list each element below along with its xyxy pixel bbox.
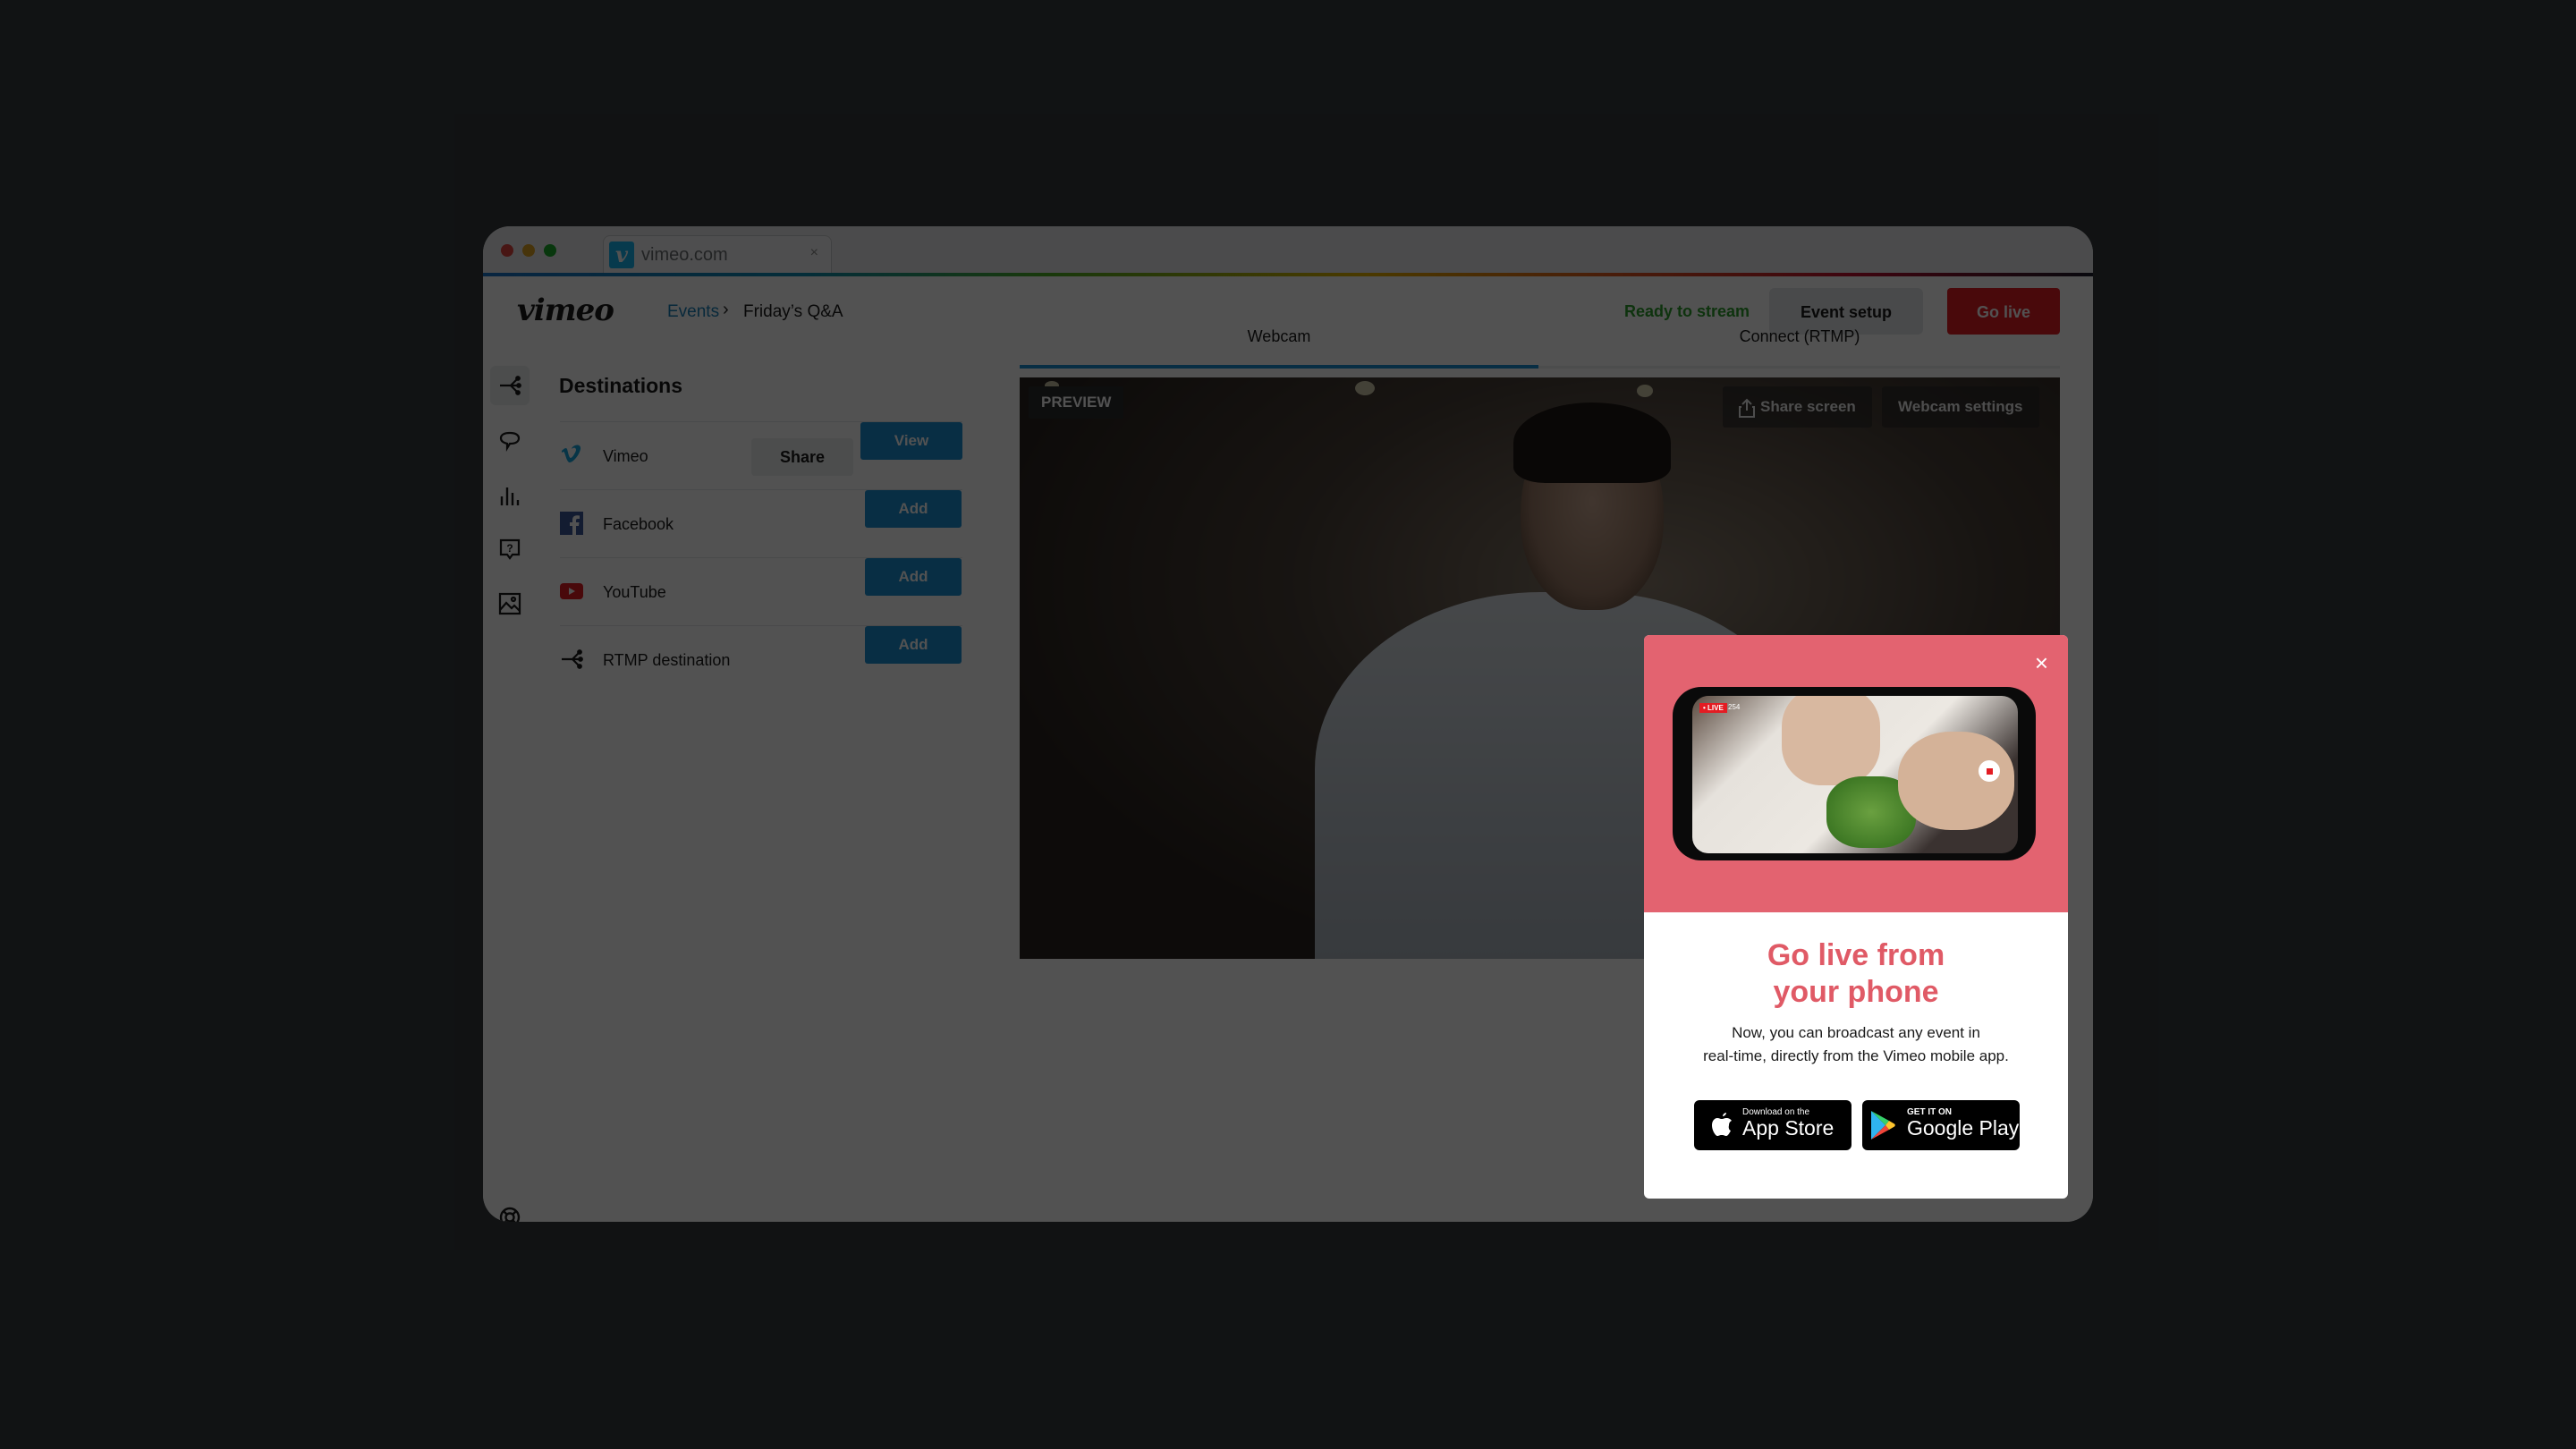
go-live-phone-modal: × • LIVE 254 Go live from your phone Now… [1644, 635, 2068, 1199]
modal-title: Go live from your phone [1644, 937, 2068, 1011]
modal-desc-line2: real-time, directly from the Vimeo mobil… [1703, 1047, 2009, 1064]
phone-screen: • LIVE 254 [1692, 696, 2018, 853]
app-store-button[interactable]: Download on the App Store [1694, 1100, 1852, 1150]
google-play-icon [1871, 1111, 1895, 1140]
phone-illustration: • LIVE 254 [1673, 687, 2036, 860]
viewer-count: 254 [1728, 703, 1741, 711]
modal-hero: × • LIVE 254 [1644, 635, 2068, 912]
modal-backdrop[interactable] [0, 0, 2576, 1449]
live-badge: • LIVE [1699, 703, 1727, 713]
close-icon[interactable]: × [2035, 651, 2048, 674]
modal-title-line2: your phone [1773, 975, 1939, 1009]
app-store-big: App Store [1742, 1116, 1835, 1140]
apple-icon [1712, 1113, 1732, 1136]
google-play-big: Google Play [1907, 1116, 2020, 1140]
record-stop-icon [1979, 760, 2000, 782]
hand-image [1898, 732, 2014, 830]
modal-description: Now, you can broadcast any event in real… [1644, 1021, 2068, 1068]
google-play-button[interactable]: GET IT ON Google Play [1862, 1100, 2020, 1150]
hand-image [1782, 696, 1880, 785]
modal-desc-line1: Now, you can broadcast any event in [1732, 1024, 1980, 1041]
modal-title-line1: Go live from [1767, 938, 1945, 972]
